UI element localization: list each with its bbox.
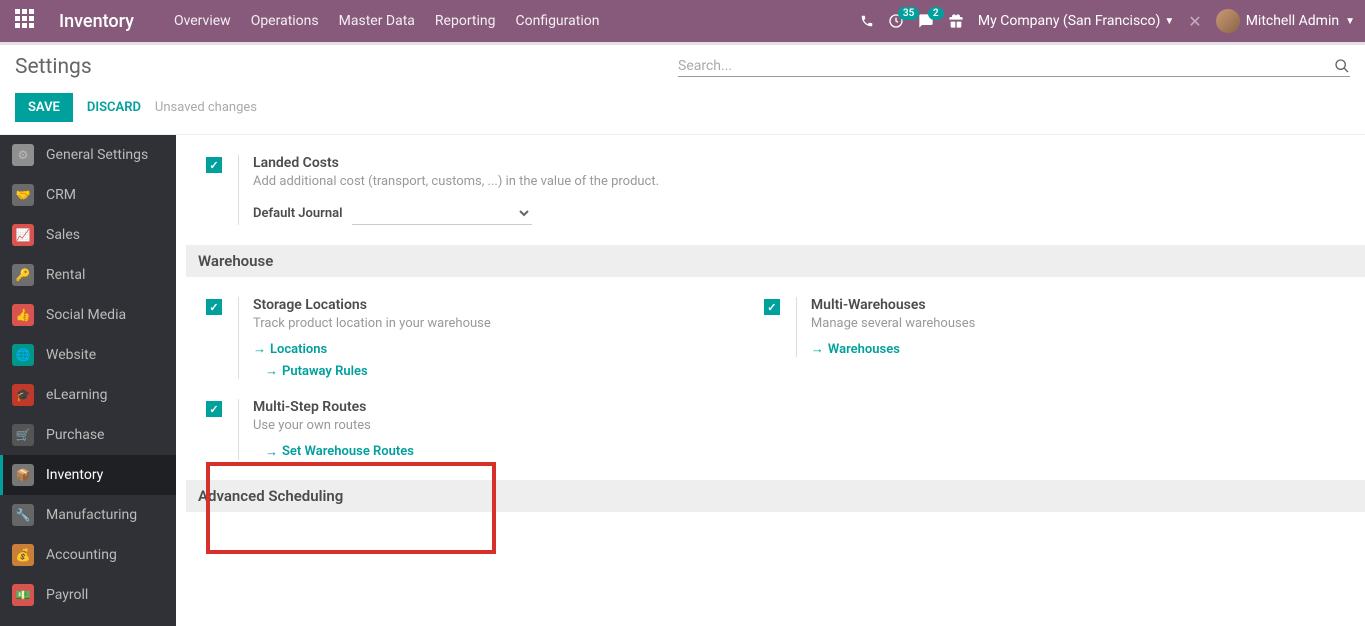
advanced-section-header: Advanced Scheduling	[186, 480, 1365, 512]
landed-costs-desc: Add additional cost (transport, customs,…	[253, 173, 748, 191]
putaway-rules-link[interactable]: Putaway Rules	[265, 363, 748, 379]
multi-step-routes-checkbox[interactable]	[206, 401, 222, 417]
sidebar-item-crm[interactable]: 🤝CRM	[0, 175, 176, 215]
journal-dropdown[interactable]	[352, 201, 532, 225]
nav-configuration[interactable]: Configuration	[515, 13, 599, 29]
journal-label: Default Journal	[253, 206, 342, 221]
thumbs-icon: 👍	[12, 304, 34, 326]
warehouse-section-header: Warehouse	[186, 245, 1365, 277]
key-icon: 🔑	[12, 264, 34, 286]
save-button[interactable]: SAVE	[15, 93, 73, 122]
storage-locations-checkbox[interactable]	[206, 299, 222, 315]
book-icon: 🎓	[12, 384, 34, 406]
nav-master-data[interactable]: Master Data	[339, 13, 415, 29]
search-icon[interactable]	[1334, 58, 1350, 74]
handshake-icon: 🤝	[12, 184, 34, 206]
cash-icon: 💵	[12, 584, 34, 606]
storage-desc: Track product location in your warehouse	[253, 315, 748, 333]
routes-title: Multi-Step Routes	[253, 399, 748, 415]
activity-badge: 35	[898, 7, 919, 20]
app-title[interactable]: Inventory	[59, 11, 134, 32]
avatar	[1216, 9, 1240, 33]
landed-costs-title: Landed Costs	[253, 155, 748, 171]
sidebar-item-general[interactable]: ⚙General Settings	[0, 135, 176, 175]
cart-icon: 🛒	[12, 424, 34, 446]
set-warehouse-routes-link[interactable]: Set Warehouse Routes	[265, 444, 748, 460]
user-menu[interactable]: Mitchell Admin▼	[1216, 9, 1355, 33]
box-icon: 📦	[12, 464, 34, 486]
multi-wh-title: Multi-Warehouses	[811, 297, 1306, 313]
routes-desc: Use your own routes	[253, 417, 748, 435]
chart-icon: 📈	[12, 224, 34, 246]
search-input[interactable]	[678, 58, 1334, 74]
search-bar[interactable]	[678, 58, 1350, 77]
sidebar-item-accounting[interactable]: 💰Accounting	[0, 535, 176, 575]
landed-costs-checkbox[interactable]	[206, 157, 222, 173]
nav-overview[interactable]: Overview	[174, 13, 231, 29]
money-icon: 💰	[12, 544, 34, 566]
unsaved-label: Unsaved changes	[155, 100, 257, 115]
discard-button[interactable]: DISCARD	[87, 100, 141, 115]
sidebar-item-payroll[interactable]: 💵Payroll	[0, 575, 176, 615]
nav-reporting[interactable]: Reporting	[435, 13, 496, 29]
nav-operations[interactable]: Operations	[251, 13, 319, 29]
sidebar-item-elearning[interactable]: 🎓eLearning	[0, 375, 176, 415]
storage-title: Storage Locations	[253, 297, 748, 313]
topbar: Inventory Overview Operations Master Dat…	[0, 0, 1365, 42]
company-selector[interactable]: My Company (San Francisco)▼	[978, 13, 1174, 29]
sidebar-item-website[interactable]: 🌐Website	[0, 335, 176, 375]
gift-icon[interactable]	[948, 13, 964, 29]
sidebar-item-inventory[interactable]: 📦Inventory	[0, 455, 176, 495]
wrench-icon: 🔧	[12, 504, 34, 526]
settings-sidebar: ⚙General Settings 🤝CRM 📈Sales 🔑Rental 👍S…	[0, 135, 176, 626]
activity-icon[interactable]: 35	[888, 13, 904, 29]
apps-icon[interactable]	[15, 9, 39, 33]
gear-icon: ⚙	[12, 144, 34, 166]
sidebar-item-rental[interactable]: 🔑Rental	[0, 255, 176, 295]
settings-content[interactable]: Landed Costs Add additional cost (transp…	[176, 135, 1365, 626]
messages-badge: 2	[928, 7, 944, 20]
sidebar-item-social[interactable]: 👍Social Media	[0, 295, 176, 335]
sidebar-item-purchase[interactable]: 🛒Purchase	[0, 415, 176, 455]
warehouses-link[interactable]: Warehouses	[811, 341, 1306, 357]
multi-warehouses-checkbox[interactable]	[764, 299, 780, 315]
messages-icon[interactable]: 2	[918, 13, 934, 29]
page-title: Settings	[15, 55, 92, 79]
globe-icon: 🌐	[12, 344, 34, 366]
phone-icon[interactable]	[860, 14, 874, 28]
locations-link[interactable]: Locations	[253, 341, 748, 357]
multi-wh-desc: Manage several warehouses	[811, 315, 1306, 333]
debug-icon[interactable]: ✕	[1188, 12, 1201, 31]
sidebar-item-sales[interactable]: 📈Sales	[0, 215, 176, 255]
sidebar-item-manufacturing[interactable]: 🔧Manufacturing	[0, 495, 176, 535]
